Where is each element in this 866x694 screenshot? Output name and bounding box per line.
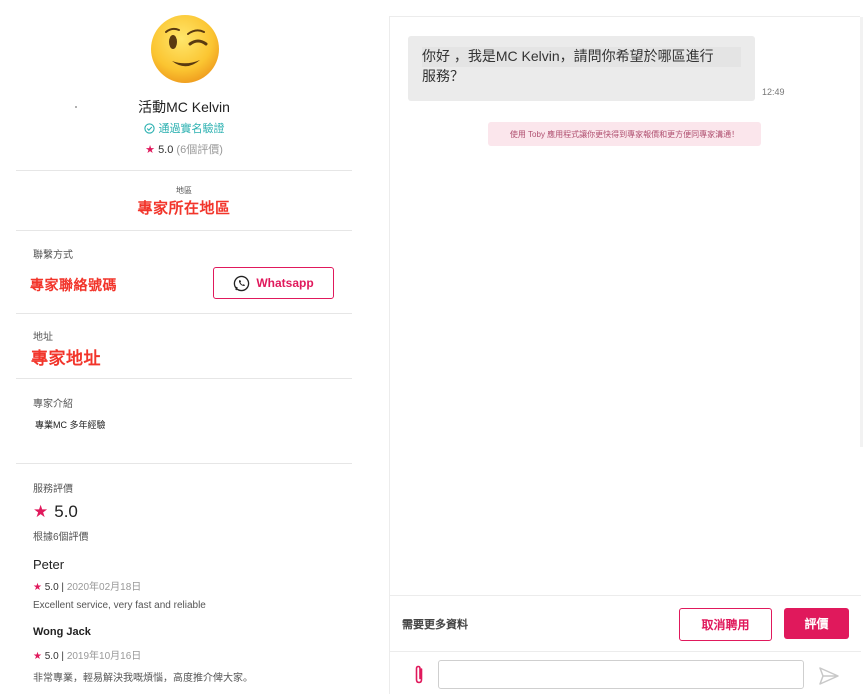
review-score: 5.0 xyxy=(44,582,59,593)
divider xyxy=(16,313,352,314)
review-author: Wong Jack xyxy=(33,626,91,638)
review-meta: ★ 5.0 | 2020年02月18日 xyxy=(33,582,142,593)
send-icon[interactable] xyxy=(818,665,840,687)
expert-name: 活動MC Kelvin xyxy=(138,99,230,115)
check-circle-icon xyxy=(143,123,155,134)
divider xyxy=(16,170,352,171)
chat-message-line: 你好 ，我是MC Kelvin，請問你希望於哪區進行 xyxy=(422,47,741,67)
service-score-value: 5.0 xyxy=(54,502,78,521)
divider xyxy=(16,463,352,464)
address-label: 地址 xyxy=(33,332,53,343)
intro-label: 專家介紹 xyxy=(33,399,73,410)
region-value: 專家所在地區 xyxy=(137,200,231,217)
rate-button[interactable]: 評價 xyxy=(784,608,849,639)
winking-face-icon xyxy=(151,15,219,83)
app-notice: 使用 Toby 應用程式讓你更快得到專家報價和更方便同專家溝通！ xyxy=(488,122,761,146)
review-text: Excellent service, very fast and reliabl… xyxy=(33,600,206,611)
service-rating-label: 服務評價 xyxy=(33,484,73,495)
address-value: 專家地址 xyxy=(31,349,101,368)
service-rating-score: ★ 5.0 xyxy=(33,502,78,522)
star-icon: ★ xyxy=(145,144,155,156)
profile-rating-value: 5.0 xyxy=(158,144,174,156)
cancel-hire-button[interactable]: 取消聘用 xyxy=(679,608,772,641)
divider xyxy=(16,378,352,379)
message-input[interactable] xyxy=(438,660,804,689)
expert-profile-panel: 活動MC Kelvin 通過實名驗證 ★ 5.0 (6個評價) 地區 專家所在地… xyxy=(16,0,352,694)
whatsapp-icon xyxy=(234,275,250,291)
intro-value: 專業MC 多年經驗 xyxy=(35,420,106,430)
whatsapp-label: Whatsapp xyxy=(256,276,314,290)
message-time: 12:49 xyxy=(762,87,785,97)
chat-scrollbar[interactable] xyxy=(860,17,863,447)
whatsapp-button[interactable]: Whatsapp xyxy=(213,267,334,299)
message-composer xyxy=(390,651,861,694)
verified-badge: 通過實名驗證 xyxy=(16,120,352,136)
chat-action-bar: 需要更多資料 取消聘用 評價 xyxy=(390,595,861,651)
profile-rating: ★ 5.0 (6個評價) xyxy=(16,141,352,157)
contact-label: 聯繫方式 xyxy=(33,250,73,261)
paperclip-icon[interactable] xyxy=(412,664,426,686)
profile-rating-count: (6個評價) xyxy=(176,144,223,156)
star-icon: ★ xyxy=(33,582,42,593)
review-date: 2019年10月16日 xyxy=(66,651,142,662)
chat-panel: 你好 ，我是MC Kelvin，請問你希望於哪區進行 服務？ 12:49 使用 … xyxy=(389,16,863,694)
contact-number: 專家聯絡號碼 xyxy=(30,277,117,293)
verified-text: 通過實名驗證 xyxy=(158,123,225,135)
review-meta: ★ 5.0 | 2019年10月16日 xyxy=(33,651,142,662)
divider xyxy=(16,230,352,231)
review-text: 非常專業，輕易解決我嘅煩惱，高度推介俾大家。 xyxy=(33,673,253,684)
region-label: 地區 xyxy=(176,186,192,195)
review-author: Peter xyxy=(33,557,65,572)
review-score: 5.0 xyxy=(44,651,59,662)
chat-message-bubble: 你好 ，我是MC Kelvin，請問你希望於哪區進行 服務？ xyxy=(408,36,755,101)
review-date: 2020年02月18日 xyxy=(66,582,142,593)
chat-message-line: 服務？ xyxy=(422,68,464,84)
need-more-info-label: 需要更多資料 xyxy=(402,619,468,631)
star-icon: ★ xyxy=(33,651,42,662)
star-icon: ★ xyxy=(33,502,49,521)
service-rating-count: 根據6個評價 xyxy=(33,532,89,543)
